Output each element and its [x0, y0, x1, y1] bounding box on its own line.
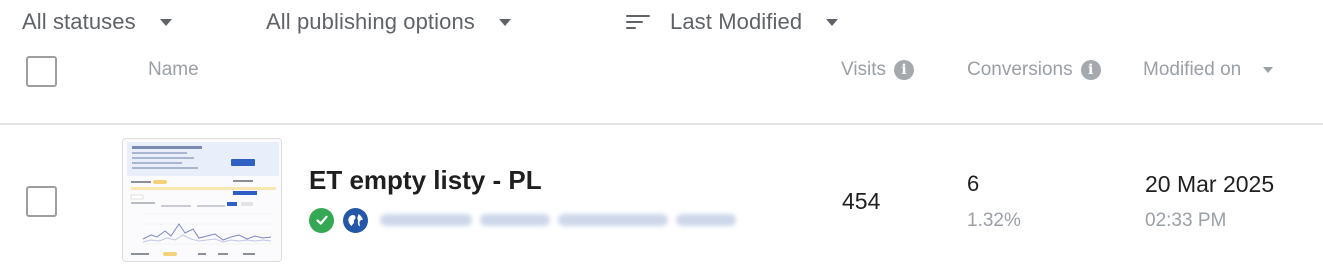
visits-value: 454: [842, 188, 881, 214]
sort-icon: [626, 13, 650, 31]
column-header-name-label: Name: [148, 59, 199, 80]
conversions-value: 6: [967, 171, 980, 196]
globe-icon: [343, 207, 368, 233]
table-row[interactable]: ET empty listy - PL 454 6 1.32% 20 Mar 2…: [0, 125, 1323, 272]
sort-label: Last Modified: [670, 9, 803, 34]
column-header-visits: Visits i: [841, 59, 915, 81]
chevron-down-icon: [159, 18, 172, 26]
page-name-link[interactable]: ET empty listy - PL: [309, 165, 542, 196]
table-header: Name Visits i Conversions i Modified on: [0, 50, 1323, 96]
chevron-down-icon: [826, 18, 839, 26]
sort-dropdown[interactable]: Last Modified: [626, 6, 839, 38]
sort-arrow-down-icon: [1263, 67, 1274, 73]
status-filter-dropdown[interactable]: All statuses: [22, 6, 172, 38]
page-status-line: [309, 207, 756, 233]
filter-bar: All statuses All publishing options Last…: [0, 0, 1323, 44]
publishing-filter-dropdown[interactable]: All publishing options: [266, 6, 511, 38]
column-header-name: Name: [148, 59, 199, 81]
column-header-modified-on[interactable]: Modified on: [1143, 59, 1274, 81]
status-filter-label: All statuses: [22, 9, 136, 34]
column-header-conversions-label: Conversions: [967, 59, 1073, 80]
publishing-filter-label: All publishing options: [266, 9, 475, 34]
column-header-modified-label: Modified on: [1143, 59, 1242, 80]
column-header-conversions: Conversions i: [967, 59, 1101, 81]
page-url-blurred[interactable]: [376, 209, 756, 231]
select-all-checkbox[interactable]: [26, 56, 57, 87]
modified-time: 02:33 PM: [1145, 210, 1227, 231]
info-icon[interactable]: i: [894, 60, 915, 80]
check-circle-icon: [309, 207, 334, 233]
modified-date: 20 Mar 2025: [1145, 171, 1275, 197]
conversion-rate-value: 1.32%: [967, 210, 1021, 231]
column-header-visits-label: Visits: [841, 59, 887, 80]
info-icon[interactable]: i: [1080, 60, 1101, 80]
page-thumbnail[interactable]: [122, 138, 282, 262]
row-checkbox[interactable]: [26, 186, 57, 217]
chevron-down-icon: [498, 18, 511, 26]
